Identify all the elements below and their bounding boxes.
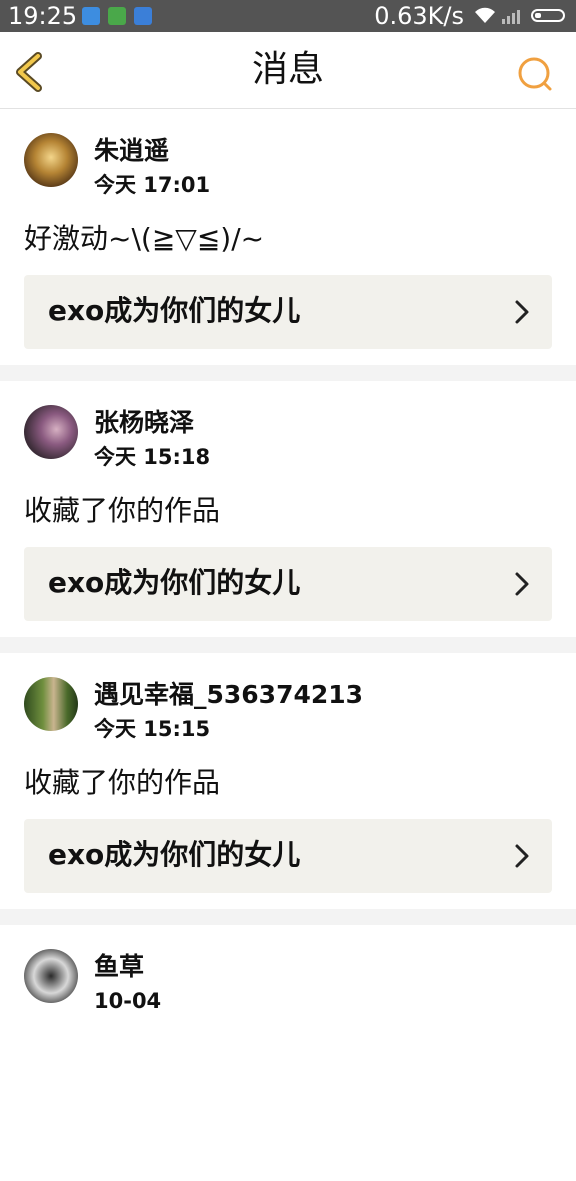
wifi-icon [475, 7, 495, 23]
message-item: 张杨晓泽 今天 15:18 收藏了你的作品 exo成为你们的女儿 [0, 381, 576, 637]
message-item: 遇见幸福_536374213 今天 15:15 收藏了你的作品 exo成为你们的… [0, 653, 576, 909]
status-bar: 19:25 0.63K/s [0, 0, 576, 32]
user-name[interactable]: 朱逍遥 [94, 135, 169, 167]
divider [0, 909, 576, 925]
avatar[interactable] [24, 133, 78, 187]
chevron-right-icon [515, 844, 529, 868]
work-title: exo成为你们的女儿 [48, 566, 301, 599]
message-item: 朱逍遥 今天 17:01 好激动~\(≧▽≦)/~ exo成为你们的女儿 [0, 109, 576, 365]
chevron-right-icon [515, 572, 529, 596]
page-title: 消息 [251, 49, 324, 90]
avatar[interactable] [24, 949, 78, 1003]
notification-app-icon [108, 7, 126, 25]
status-time: 19:25 [8, 2, 78, 30]
network-speed: 0.63K/s [374, 2, 464, 30]
message-time: 10-04 [94, 989, 162, 1013]
notification-app-icon [82, 7, 100, 25]
work-link-card[interactable]: exo成为你们的女儿 [24, 275, 552, 349]
header: 消息 [0, 32, 576, 109]
message-time: 今天 15:15 [94, 717, 211, 741]
search-button[interactable] [514, 54, 556, 96]
message-item: 鱼草 10-04 [0, 925, 576, 1181]
divider [0, 365, 576, 381]
work-link-card[interactable]: exo成为你们的女儿 [24, 819, 552, 893]
user-name[interactable]: 遇见幸福_536374213 [94, 679, 363, 711]
divider [0, 637, 576, 653]
avatar[interactable] [24, 405, 78, 459]
work-title: exo成为你们的女儿 [48, 294, 301, 327]
message-text: 收藏了你的作品 [24, 494, 221, 527]
chevron-right-icon [515, 300, 529, 324]
notification-shield-icon [134, 7, 152, 25]
user-name[interactable]: 鱼草 [94, 951, 144, 983]
battery-icon [531, 9, 565, 22]
message-list: 朱逍遥 今天 17:01 好激动~\(≧▽≦)/~ exo成为你们的女儿 张杨晓… [0, 109, 576, 1181]
message-time: 今天 17:01 [94, 173, 211, 197]
work-link-card[interactable]: exo成为你们的女儿 [24, 547, 552, 621]
message-time: 今天 15:18 [94, 445, 211, 469]
message-text: 收藏了你的作品 [24, 766, 221, 799]
work-title: exo成为你们的女儿 [48, 838, 301, 871]
avatar[interactable] [24, 677, 78, 731]
message-text: 好激动~\(≧▽≦)/~ [24, 222, 265, 255]
user-name[interactable]: 张杨晓泽 [94, 407, 194, 439]
signal-icon [502, 10, 520, 24]
